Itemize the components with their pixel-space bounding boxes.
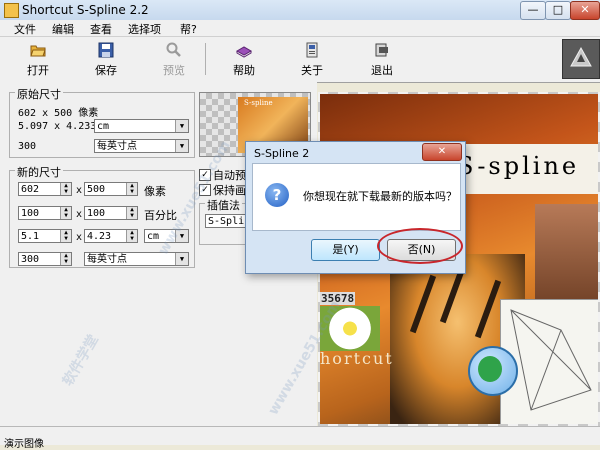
new-height-pct-value: 100 (87, 208, 106, 219)
preview-button[interactable]: 预览 (152, 40, 196, 78)
spinner-icon[interactable]: ▲ ▼ (60, 253, 71, 265)
magnifier-icon (166, 42, 181, 57)
new-height-px-value: 500 (87, 184, 106, 195)
interpolation-title: 插值法 (205, 197, 242, 213)
help-label: 帮助 (233, 64, 255, 77)
px-unit-label: 像素 (144, 185, 166, 198)
minimize-button[interactable]: — (520, 1, 546, 20)
new-size-title: 新的尺寸 (15, 164, 63, 180)
spinner-icon[interactable]: ▲ ▼ (60, 230, 71, 242)
original-unit-value: cm (97, 121, 110, 132)
about-button[interactable]: 关于 (290, 40, 334, 78)
spinner-icon[interactable]: ▲ ▼ (126, 183, 137, 195)
new-width-px-input[interactable]: 602 ▲ ▼ (18, 182, 72, 196)
save-button[interactable]: 保存 (84, 40, 128, 78)
about-icon (306, 42, 318, 58)
demo-face (535, 204, 598, 314)
new-height-phys-input[interactable]: 4.23 ▲ ▼ (84, 229, 138, 243)
original-physical: 5.097 x 4.233 (18, 121, 97, 132)
times-sign: x (76, 185, 83, 196)
toolbar: 打开 保存 预览 帮助 关于 退出 (0, 37, 600, 83)
app-icon (4, 3, 19, 18)
original-resolution: 300 (18, 141, 37, 152)
chevron-down-icon: ▼ (175, 253, 188, 265)
status-bar: 演示图像 (0, 426, 600, 450)
new-height-phys-value: 4.23 (87, 231, 112, 242)
times-sign: x (76, 232, 83, 243)
floppy-disk-icon (98, 42, 114, 58)
original-res-unit-value: 每英寸点 (97, 141, 137, 152)
new-res-unit-select[interactable]: 每英寸点 ▼ (84, 252, 189, 266)
dialog-title: S-Spline 2 (254, 147, 310, 160)
folder-open-icon (30, 45, 46, 57)
original-res-unit-select[interactable]: 每英寸点 ▼ (94, 139, 189, 153)
help-button[interactable]: 帮助 (222, 40, 266, 78)
open-label: 打开 (27, 64, 49, 77)
new-width-phys-input[interactable]: 5.1 ▲ ▼ (18, 229, 72, 243)
exit-icon (375, 43, 388, 57)
spinner-icon[interactable]: ▲ ▼ (60, 183, 71, 195)
original-size-title: 原始尺寸 (15, 86, 63, 102)
toolbar-separator (205, 43, 206, 75)
new-unit-value: cm (147, 231, 160, 242)
spinner-icon[interactable]: ▲ ▼ (126, 207, 137, 219)
menu-view[interactable]: 查看 (90, 21, 112, 37)
exit-label: 退出 (371, 64, 393, 77)
demo-banner-text: S-spline (457, 152, 580, 180)
new-width-px-value: 602 (21, 184, 40, 195)
about-label: 关于 (301, 64, 323, 77)
maximize-button[interactable]: □ (545, 1, 571, 20)
chevron-down-icon: ▼ (175, 120, 188, 132)
new-resolution-value: 300 (21, 254, 40, 265)
dialog-close-button[interactable]: ✕ (422, 143, 462, 161)
new-width-pct-input[interactable]: 100 ▲ ▼ (18, 206, 72, 220)
help-book-icon (236, 46, 252, 58)
open-button[interactable]: 打开 (16, 40, 60, 78)
frog-icon (478, 356, 502, 382)
demo-shortcut-text: hortcut (320, 349, 394, 368)
logo-icon (570, 46, 592, 67)
new-height-pct-input[interactable]: 100 ▲ ▼ (84, 206, 138, 220)
new-width-phys-value: 5.1 (21, 231, 40, 242)
spinner-icon[interactable]: ▲ ▼ (60, 207, 71, 219)
tiger-stripe (474, 279, 502, 339)
spinner-icon[interactable]: ▲ ▼ (126, 230, 137, 242)
dialog-message: 你想现在就下载最新的版本吗？ (303, 190, 457, 203)
close-button[interactable]: ✕ (570, 1, 600, 20)
dialog-body: ? 你想现在就下载最新的版本吗？ (252, 163, 461, 231)
app-logo (562, 39, 600, 79)
menu-help[interactable]: 帮? (180, 21, 197, 37)
new-res-unit-value: 每英寸点 (87, 254, 127, 265)
window-title: Shortcut S-Spline 2.2 (22, 3, 149, 17)
title-bar: Shortcut S-Spline 2.2 — □ ✕ (0, 0, 600, 21)
new-resolution-input[interactable]: 300 ▲ ▼ (18, 252, 72, 266)
demo-banner: S-spline (445, 144, 598, 194)
menu-file[interactable]: 文件 (14, 21, 36, 37)
status-text: 演示图像 (4, 439, 44, 450)
save-label: 保存 (95, 64, 117, 77)
new-width-pct-value: 100 (21, 208, 40, 219)
chevron-down-icon: ▼ (175, 140, 188, 152)
preview-label: 预览 (163, 64, 185, 77)
menu-edit[interactable]: 编辑 (52, 21, 74, 37)
original-pixels: 602 x 500 像素 (18, 108, 99, 119)
menu-bar: 文件 编辑 查看 选择项 帮? (0, 20, 600, 37)
question-icon: ? (265, 183, 289, 207)
thumbnail-label: S-spline (244, 99, 273, 107)
menu-options[interactable]: 选择项 (128, 21, 161, 37)
exit-button[interactable]: 退出 (360, 40, 404, 78)
original-unit-select[interactable]: cm ▼ (94, 119, 189, 133)
tiger-stripe (409, 274, 437, 334)
yes-button[interactable]: 是(Y) (311, 239, 380, 261)
highlight-circle (377, 228, 463, 264)
new-height-px-input[interactable]: 500 ▲ ▼ (84, 182, 138, 196)
times-sign: x (76, 209, 83, 220)
